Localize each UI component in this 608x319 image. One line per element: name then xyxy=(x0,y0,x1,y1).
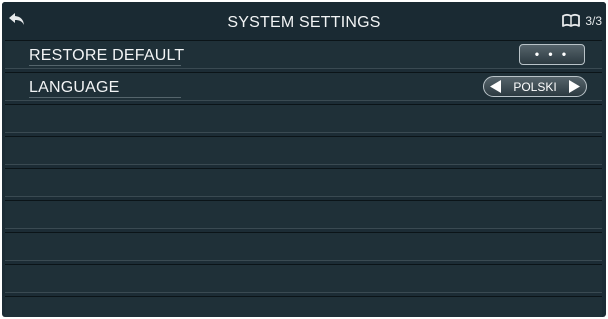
label-divider xyxy=(29,97,181,98)
page-title: SYSTEM SETTINGS xyxy=(227,14,381,31)
page-indicator[interactable]: 3/3 xyxy=(561,13,602,29)
empty-row xyxy=(5,136,602,165)
label-divider xyxy=(29,65,181,66)
restore-default-button[interactable]: • • • xyxy=(519,44,585,65)
language-label: LANGUAGE xyxy=(29,79,120,96)
empty-row xyxy=(5,232,602,261)
arrow-right-icon[interactable] xyxy=(565,78,583,95)
empty-row xyxy=(5,104,602,133)
restore-default-label: RESTORE DEFAULT xyxy=(29,47,185,64)
language-selector: POLSKI xyxy=(483,76,587,97)
settings-screen: SYSTEM SETTINGS 3/3 RESTORE DEFAULT • • … xyxy=(2,2,606,317)
language-value: POLSKI xyxy=(513,80,557,94)
empty-row xyxy=(5,200,602,229)
header-bar: SYSTEM SETTINGS 3/3 xyxy=(2,2,606,40)
setting-row-language: LANGUAGE POLSKI xyxy=(5,72,602,101)
back-arrow-icon[interactable] xyxy=(6,9,28,31)
arrow-left-icon[interactable] xyxy=(487,78,505,95)
setting-row-restore-default[interactable]: RESTORE DEFAULT • • • xyxy=(5,40,602,69)
empty-row xyxy=(5,168,602,197)
empty-row xyxy=(5,264,602,293)
page-number: 3/3 xyxy=(585,14,602,28)
empty-row xyxy=(5,296,602,317)
book-icon xyxy=(562,13,581,27)
